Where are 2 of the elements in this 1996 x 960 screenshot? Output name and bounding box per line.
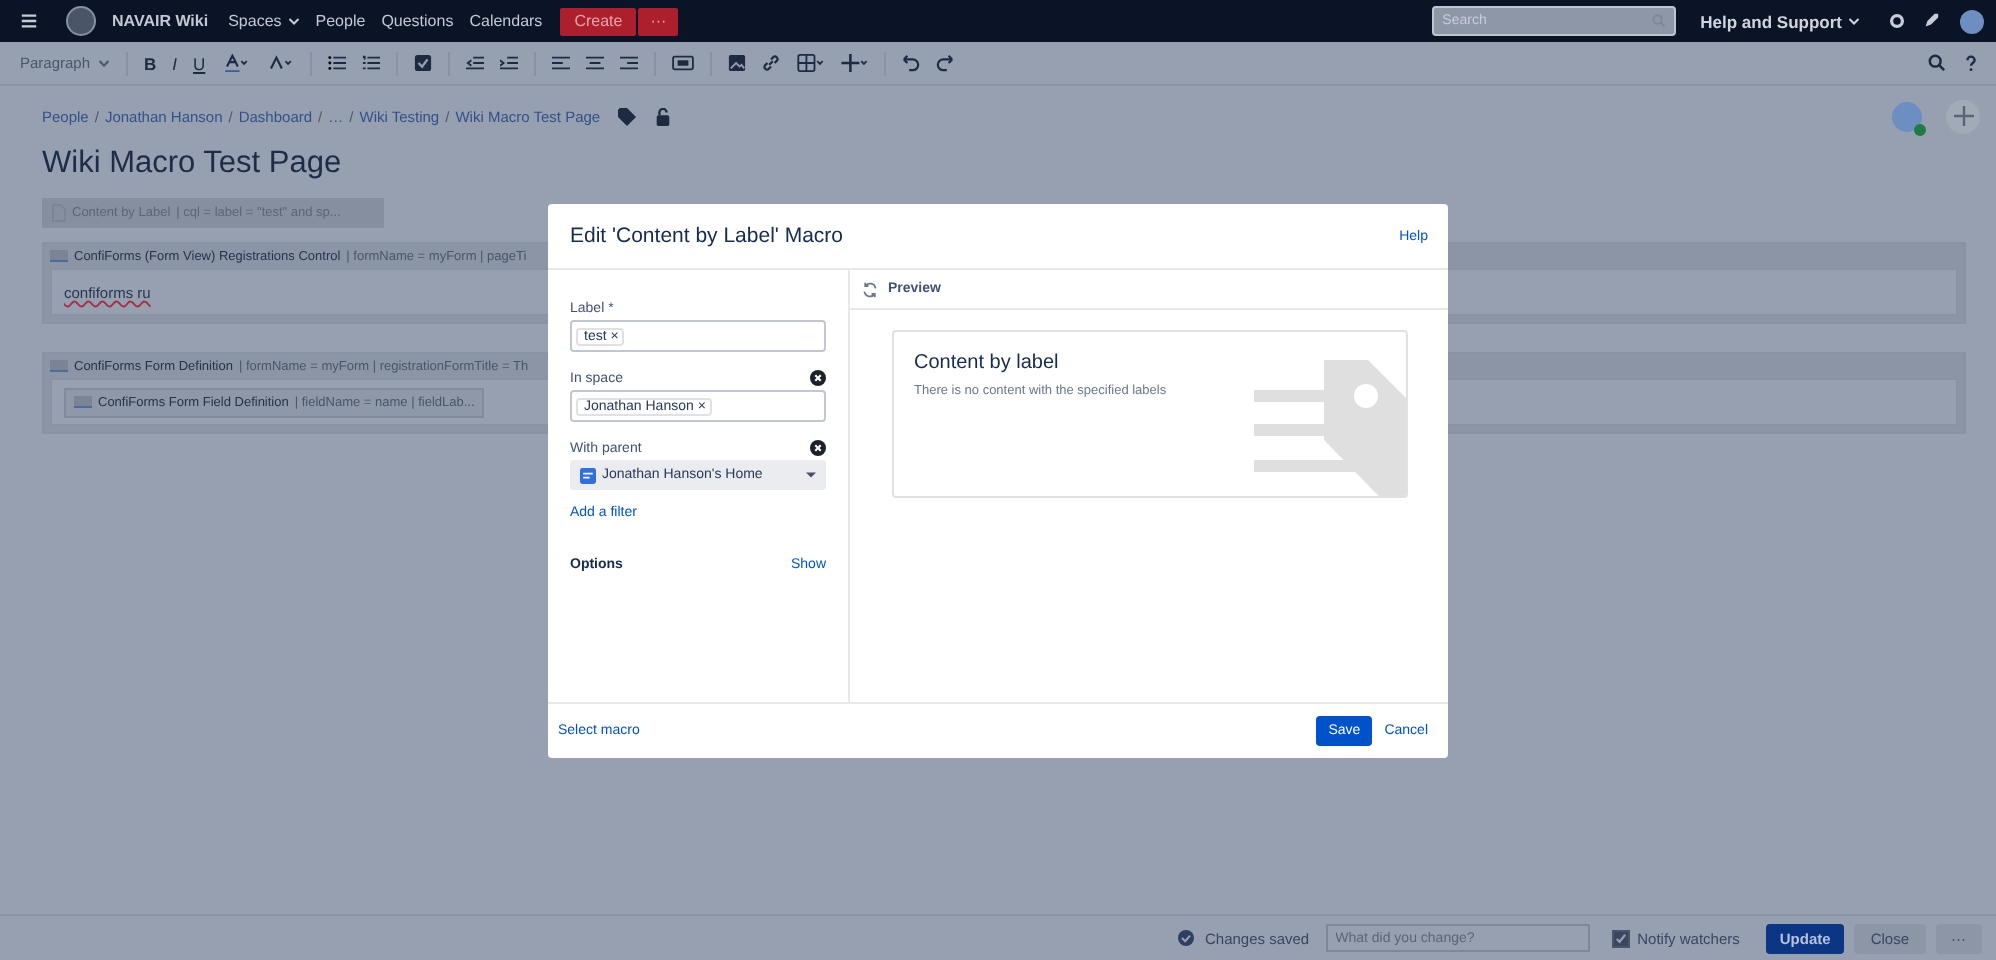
dialog-title: Edit 'Content by Label' Macro xyxy=(570,224,843,248)
card-title: Content by label xyxy=(914,352,1061,374)
